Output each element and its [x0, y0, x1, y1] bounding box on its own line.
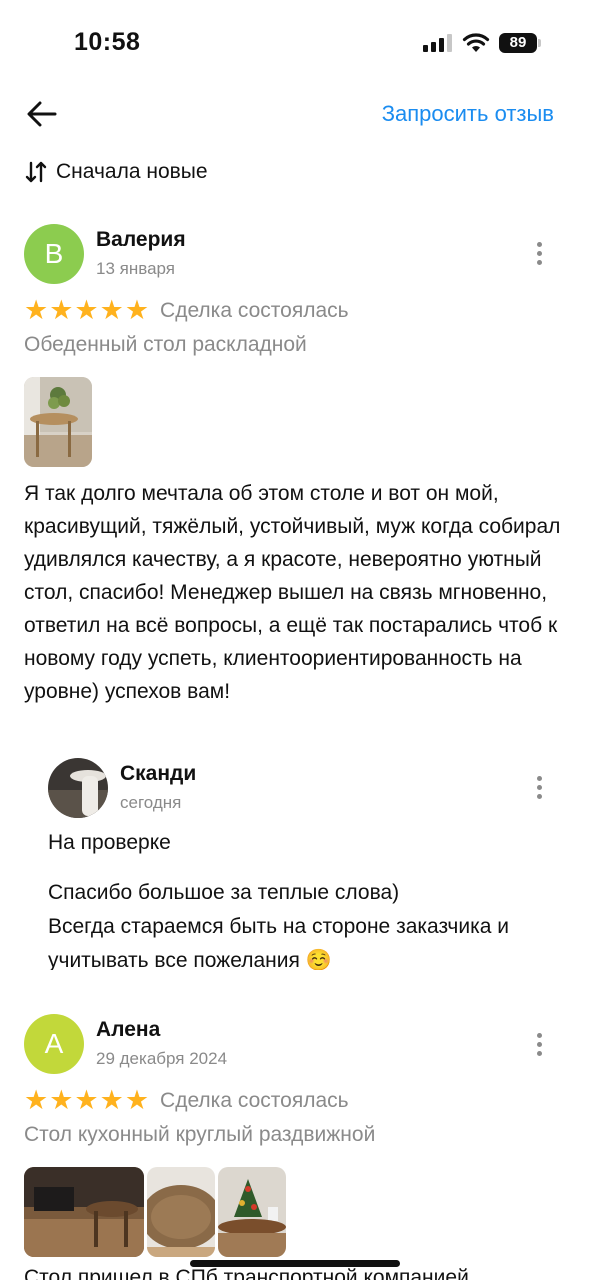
back-button[interactable] — [24, 96, 60, 132]
avatar[interactable]: В — [24, 224, 84, 284]
reply-date: сегодня — [120, 793, 182, 812]
more-options-icon[interactable] — [527, 235, 551, 271]
review-text: Стол пришел в СПб транспортной компанией — [24, 1266, 469, 1280]
more-options-icon[interactable] — [527, 1026, 551, 1062]
deal-status: Сделка состоялась — [160, 298, 349, 322]
status-bar: 10:58 89 — [0, 0, 590, 90]
review-date: 29 декабря 2024 — [96, 1049, 228, 1068]
holiday-table-photo-image — [218, 1167, 286, 1257]
shop-avatar-image — [48, 758, 108, 818]
reply-status: На проверке — [48, 831, 171, 854]
request-review-link[interactable]: Запросить отзыв — [382, 101, 554, 127]
review-author: Алена — [96, 1018, 161, 1041]
review-author: Валерия — [96, 228, 186, 251]
cellular-signal-icon — [423, 34, 452, 52]
sort-selector[interactable]: Сначала новые — [24, 160, 208, 184]
review-photo[interactable] — [24, 377, 92, 467]
sort-label: Сначала новые — [56, 160, 208, 183]
review-date: 13 января — [96, 259, 175, 278]
avatar[interactable] — [48, 758, 108, 818]
battery-nub — [538, 39, 541, 47]
avatar[interactable]: А — [24, 1014, 84, 1074]
review-item-title[interactable]: Стол кухонный круглый раздвижной — [24, 1123, 375, 1147]
review-text: Я так долго мечтала об этом столе и вот … — [24, 482, 561, 703]
more-options-icon[interactable] — [527, 769, 551, 805]
star-rating: ★★★★★ — [24, 295, 151, 325]
review-photo[interactable] — [147, 1167, 215, 1257]
arrow-left-icon — [27, 101, 57, 127]
reply-author: Сканди — [120, 762, 197, 785]
reply-text: Спасибо большое за теплые слова) Всегда … — [48, 881, 509, 970]
star-rating: ★★★★★ — [24, 1085, 151, 1115]
review-photo[interactable] — [218, 1167, 286, 1257]
deal-status: Сделка состоялась — [160, 1088, 349, 1112]
tabletop-photo-image — [147, 1167, 215, 1257]
status-time: 10:58 — [74, 28, 141, 56]
home-indicator — [190, 1260, 400, 1267]
battery-indicator: 89 — [499, 33, 537, 53]
rating-row: ★★★★★ Сделка состоялась — [24, 297, 349, 324]
table-photo-image — [24, 377, 92, 467]
wifi-icon — [462, 33, 490, 52]
sort-arrows-icon — [25, 161, 47, 183]
rating-row: ★★★★★ Сделка состоялась — [24, 1087, 349, 1114]
review-item-title[interactable]: Обеденный стол раскладной — [24, 333, 307, 357]
room-photo-image — [24, 1167, 144, 1257]
review-photo[interactable] — [24, 1167, 144, 1257]
